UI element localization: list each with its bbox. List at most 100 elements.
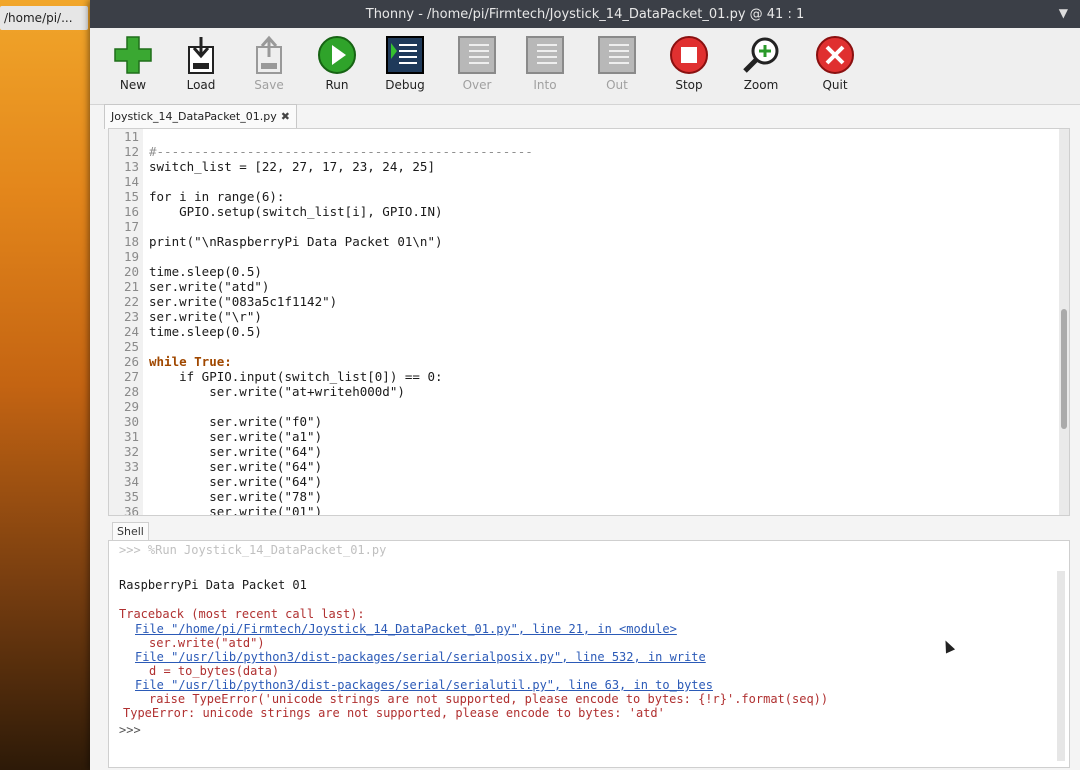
shell-scrollbar[interactable] <box>1057 571 1065 761</box>
line-number: 21 <box>123 279 139 294</box>
line-number-gutter: 11 12 13 14 15 16 17 18 19 20 21 22 23 2… <box>109 129 143 515</box>
code-line: #---------------------------------------… <box>149 144 533 159</box>
shell-traceback-code: raise TypeError('unicode strings are not… <box>149 692 829 706</box>
save-label: Save <box>254 78 284 92</box>
shell-traceback-header: Traceback (most recent call last): <box>119 607 365 621</box>
thonny-window: Thonny - /home/pi/Firmtech/Joystick_14_D… <box>90 0 1080 770</box>
line-number: 29 <box>123 399 139 414</box>
debug-button[interactable]: Debug <box>374 34 436 100</box>
code-line: GPIO.setup(switch_list[i], GPIO.IN) <box>149 204 443 219</box>
line-number: 25 <box>123 339 139 354</box>
plus-icon <box>112 34 154 76</box>
shell-traceback-link[interactable]: File "/home/pi/Firmtech/Joystick_14_Data… <box>135 622 677 637</box>
out-label: Out <box>606 78 628 92</box>
code-line: if GPIO.input(switch_list[0]) == 0: <box>149 369 443 384</box>
window-titlebar[interactable]: Thonny - /home/pi/Firmtech/Joystick_14_D… <box>90 0 1080 28</box>
step-out-button[interactable]: Out <box>586 34 648 100</box>
line-number: 27 <box>123 369 139 384</box>
editor-scrollbar[interactable] <box>1059 129 1069 515</box>
code-line: ser.write("\r") <box>149 309 262 324</box>
line-number: 26 <box>123 354 139 369</box>
line-number: 24 <box>123 324 139 339</box>
shell-error-message: TypeError: unicode strings are not suppo… <box>123 706 665 720</box>
shell-output-line: RaspberryPi Data Packet 01 <box>119 578 307 592</box>
line-number: 15 <box>123 189 139 204</box>
line-number: 16 <box>123 204 139 219</box>
run-button[interactable]: Run <box>306 34 368 100</box>
line-number: 18 <box>123 234 139 249</box>
line-number: 23 <box>123 309 139 324</box>
code-line: ser.write("01") <box>149 504 323 516</box>
code-line: ser.write("atd") <box>149 279 270 294</box>
line-number: 34 <box>123 474 139 489</box>
debug-label: Debug <box>385 78 425 92</box>
code-line: time.sleep(0.5) <box>149 264 262 279</box>
stop-label: Stop <box>675 78 703 92</box>
load-icon <box>180 34 222 76</box>
close-icon <box>814 34 856 76</box>
code-line: ser.write("083a5c1f1142") <box>149 294 338 309</box>
code-line: ser.write("64") <box>149 444 323 459</box>
shell-traceback-link[interactable]: File "/usr/lib/python3/dist-packages/ser… <box>135 678 713 693</box>
line-number: 33 <box>123 459 139 474</box>
zoom-icon <box>740 34 782 76</box>
new-button[interactable]: New <box>102 34 164 100</box>
debug-icon <box>384 34 426 76</box>
over-label: Over <box>462 78 492 92</box>
load-button[interactable]: Load <box>170 34 232 100</box>
code-line: print("\nRaspberryPi Data Packet 01\n") <box>149 234 443 249</box>
line-number: 11 <box>123 129 139 144</box>
toolbar: New Load Save Run Debug Over Into Out St… <box>90 28 1080 105</box>
new-label: New <box>119 78 147 92</box>
shell-prompt[interactable]: >>> <box>119 723 141 738</box>
zoom-label: Zoom <box>743 78 779 92</box>
line-number: 30 <box>123 414 139 429</box>
code-line: ser.write("at+writeh000d") <box>149 384 405 399</box>
code-line: time.sleep(0.5) <box>149 324 262 339</box>
desktop-path-label[interactable]: /home/pi/... <box>0 6 88 30</box>
quit-label: Quit <box>822 78 848 92</box>
step-over-button[interactable]: Over <box>446 34 508 100</box>
play-icon <box>316 34 358 76</box>
code-line: ser.write("a1") <box>149 429 323 444</box>
shell-run-line: >>> %Run Joystick_14_DataPacket_01.py <box>119 543 387 557</box>
code-line: ser.write("f0") <box>149 414 323 429</box>
chevron-down-icon[interactable]: ▼ <box>1059 6 1068 20</box>
line-number: 13 <box>123 159 139 174</box>
editor-scroll-thumb[interactable] <box>1061 309 1067 429</box>
load-label: Load <box>186 78 216 92</box>
stop-button[interactable]: Stop <box>658 34 720 100</box>
editor-tab-label: Joystick_14_DataPacket_01.py <box>111 110 277 123</box>
into-label: Into <box>533 78 557 92</box>
shell-traceback-link[interactable]: File "/usr/lib/python3/dist-packages/ser… <box>135 650 706 665</box>
code-lines[interactable]: #---------------------------------------… <box>149 129 1057 516</box>
editor-tab[interactable]: Joystick_14_DataPacket_01.py ✖ <box>104 104 297 129</box>
code-line: ser.write("64") <box>149 474 323 489</box>
save-button[interactable]: Save <box>238 34 300 100</box>
close-tab-icon[interactable]: ✖ <box>281 105 290 129</box>
step-over-icon <box>456 34 498 76</box>
save-icon <box>248 34 290 76</box>
step-out-icon <box>596 34 638 76</box>
shell-tab[interactable]: Shell <box>112 522 149 542</box>
quit-button[interactable]: Quit <box>804 34 866 100</box>
line-number: 12 <box>123 144 139 159</box>
zoom-button[interactable]: Zoom <box>730 34 792 100</box>
code-editor[interactable]: 11 12 13 14 15 16 17 18 19 20 21 22 23 2… <box>108 128 1070 516</box>
line-number: 28 <box>123 384 139 399</box>
shell-traceback-code: ser.write("atd") <box>149 636 265 650</box>
step-into-icon <box>524 34 566 76</box>
code-line: while True: <box>149 354 232 369</box>
code-line: ser.write("78") <box>149 489 323 504</box>
line-number: 20 <box>123 264 139 279</box>
shell-traceback-code: d = to_bytes(data) <box>149 664 280 678</box>
shell-panel[interactable]: >>> %Run Joystick_14_DataPacket_01.py Ra… <box>108 540 1070 768</box>
step-into-button[interactable]: Into <box>514 34 576 100</box>
editor-tabs: Joystick_14_DataPacket_01.py ✖ <box>104 104 297 129</box>
